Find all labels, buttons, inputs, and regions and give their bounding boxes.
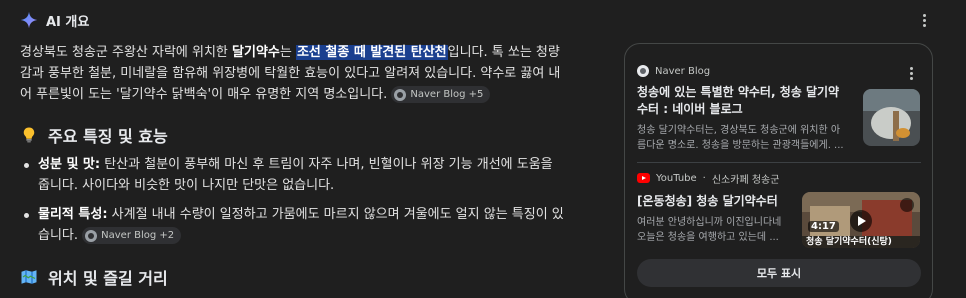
intro-text-2: 는	[279, 45, 296, 60]
divider	[637, 162, 921, 163]
source-chip[interactable]: Naver Blog +2	[82, 227, 182, 244]
source-chip-label: Naver Blog +2	[101, 230, 175, 241]
naver-blog-icon	[85, 229, 98, 242]
intro-text-1: 경상북도 청송군 주왕산 자락에 위치한	[20, 45, 233, 60]
ai-overview-header: AI 개요	[20, 10, 89, 30]
source-chip[interactable]: Naver Blog +5	[391, 86, 491, 103]
source-header: Naver Blog	[637, 64, 921, 78]
more-icon[interactable]	[900, 198, 914, 212]
intro-paragraph: 경상북도 청송군 주왕산 자락에 위치한 달기약수는 조선 철종 때 발견된 탄…	[20, 42, 568, 105]
youtube-icon	[637, 173, 650, 183]
map-icon	[21, 270, 37, 284]
section-heading-features: 주요 특징 및 효능	[20, 123, 168, 147]
source-header: YouTube · 신소카페 청송군	[637, 171, 921, 186]
show-all-button[interactable]: 모두 표시	[637, 259, 921, 287]
youtube-thumbnail[interactable]: 4:17 청송 달기약수터(신탕)	[802, 192, 920, 248]
ai-overview-title: AI 개요	[46, 14, 90, 30]
intro-bold-term: 달기약수	[232, 45, 280, 60]
naver-thumbnail-image	[863, 89, 920, 146]
bullet-label: 성분 및 맛:	[38, 157, 101, 172]
lightbulb-icon	[23, 127, 35, 143]
card-more-options-icon[interactable]	[903, 65, 919, 81]
bullet-text: 탄산과 철분이 풍부해 마신 후 트림이 자주 나며, 빈혈이나 위장 기능 개…	[38, 157, 553, 193]
section-title-location: 위치 및 즐길 거리	[48, 269, 168, 288]
source-name: YouTube	[656, 172, 697, 184]
naver-blog-icon	[637, 65, 649, 77]
overview-body: 경상북도 청송군 주왕산 자락에 위치한 달기약수는 조선 철종 때 발견된 탄…	[20, 42, 568, 105]
source-chip-label: Naver Blog +5	[410, 89, 484, 100]
list-item: 물리적 특성: 사계절 내내 수량이 일정하고 가뭄에도 마르지 않으며 겨울에…	[20, 204, 568, 246]
section-heading-location: 위치 및 즐길 거리	[20, 265, 168, 289]
channel-name: 신소카페 청송군	[711, 174, 780, 186]
bullet-label: 물리적 특성:	[38, 207, 108, 222]
thumbnail-caption: 청송 달기약수터(신탕)	[806, 237, 892, 247]
source-card-title[interactable]: 청송에 있는 특별한 약수터, 청송 달기약수터 : 네이버 블로그	[637, 84, 847, 118]
sources-panel: Naver Blog 청송에 있는 특별한 약수터, 청송 달기약수터 : 네이…	[624, 43, 933, 298]
section-title-features: 주요 특징 및 효능	[48, 127, 168, 146]
play-icon	[858, 216, 866, 226]
naver-blog-icon	[394, 88, 407, 101]
gemini-sparkle-icon	[20, 11, 38, 29]
source-name: Naver Blog	[655, 65, 711, 77]
feature-list: 성분 및 맛: 탄산과 철분이 풍부해 마신 후 트림이 자주 나며, 빈혈이나…	[20, 154, 568, 254]
play-button[interactable]	[850, 210, 872, 232]
list-item: 성분 및 맛: 탄산과 철분이 풍부해 마신 후 트림이 자주 나며, 빈혈이나…	[20, 154, 568, 196]
intro-highlight[interactable]: 조선 철종 때 발견된 탄산천	[295, 45, 448, 60]
separator: ·	[702, 172, 706, 184]
more-options-icon[interactable]	[916, 12, 932, 28]
source-card-snippet: 여러분 안녕하십니까 이진입니다네 오늘은 청송을 여행하고 있는데 ...	[637, 217, 782, 243]
video-duration: 4:17	[808, 221, 839, 232]
source-card-snippet: 청송 달기약수터는, 경상북도 청송군에 위치한 아름다운 명소로. 청송을 방…	[637, 125, 844, 151]
